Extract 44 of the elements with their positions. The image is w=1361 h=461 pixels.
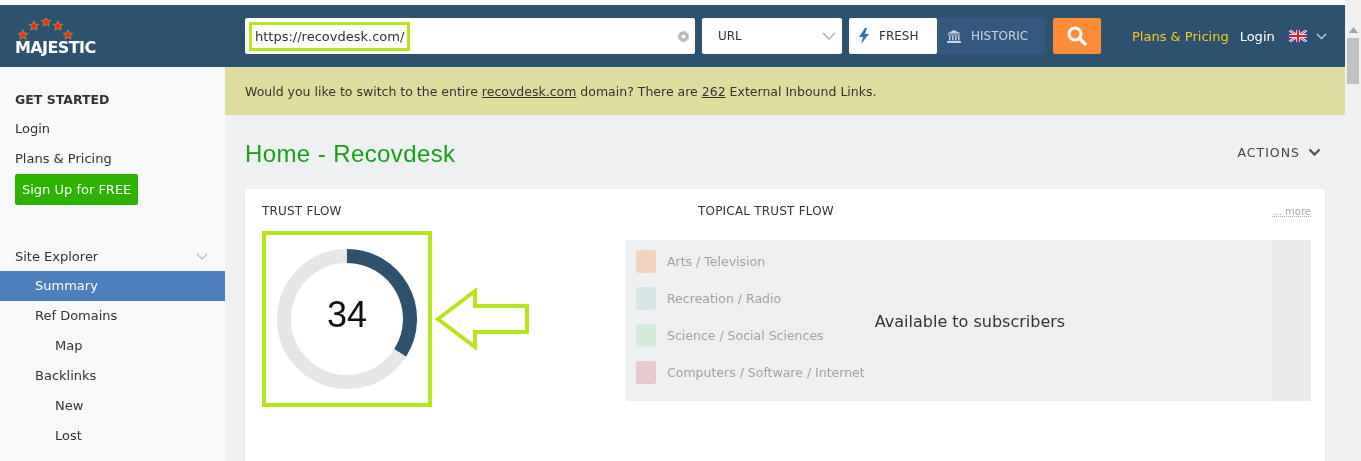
nav-item[interactable]: Lost (0, 421, 225, 451)
domain-link[interactable]: recovdesk.com (481, 83, 577, 99)
subscriber-notice: Available to subscribers (873, 312, 1067, 331)
uk-flag-icon[interactable] (1288, 30, 1307, 42)
page-title: Home - Recovdesk (245, 138, 456, 168)
stars-icon (15, 17, 75, 40)
chevron-down-icon[interactable] (1315, 32, 1327, 40)
nav-item[interactable]: Site Explorer (0, 241, 225, 271)
search-icon (1067, 26, 1087, 46)
section-heading: GET STARTED (14, 92, 111, 109)
sidebar-link[interactable]: Plans & Pricing (0, 149, 112, 169)
historic-tab[interactable]: HISTORIC (937, 18, 1045, 54)
url-value: https://recovdesk.com/ (249, 21, 411, 51)
chevron-icon[interactable] (196, 252, 208, 260)
login-link[interactable]: Login (1239, 28, 1275, 44)
bank-icon (947, 29, 961, 43)
search-field[interactable]: https://recovdesk.com/ (245, 18, 695, 54)
category-label: Science / Social Sciences (667, 327, 824, 345)
scrollbar-thumb[interactable] (1347, 38, 1359, 84)
section-title: TRUST FLOW (262, 204, 343, 218)
chevron-down-icon (1308, 147, 1321, 157)
gear-icon[interactable] (677, 29, 690, 43)
nav-item[interactable]: Backlinks (0, 361, 225, 391)
actions-button[interactable]: ACTIONS (1237, 144, 1325, 160)
sidebar-link[interactable]: Login (0, 119, 51, 139)
scroll-up-icon[interactable] (1348, 27, 1358, 33)
search-button[interactable] (1053, 18, 1101, 54)
fresh-tab[interactable]: FRESH (849, 18, 937, 54)
category-label: Computers / Software / Internet (667, 364, 865, 382)
section-title: TOPICAL TRUST FLOW (698, 204, 834, 218)
nav-item[interactable]: Summary (0, 271, 225, 301)
banner-text: Would you like to switch to the entire recovdesk.com domain? There are 262 External Inbound Links. (245, 83, 877, 99)
nav-item[interactable]: Ref Domains (0, 301, 225, 331)
logo-text[interactable]: MAJESTIC (15, 37, 96, 57)
nav-item[interactable]: Map (0, 331, 225, 361)
mode-select[interactable]: URL (702, 18, 842, 54)
nav-item[interactable]: New (0, 391, 225, 421)
category-label: Arts / Television (667, 253, 766, 271)
lightning-icon (859, 28, 869, 44)
chevron-down-icon (822, 32, 836, 40)
category-label: Recreation / Radio (667, 290, 782, 308)
plans-pricing-link[interactable]: Plans & Pricing (1132, 28, 1229, 44)
trust-flow-value: 34 (325, 297, 368, 333)
links-count-link[interactable]: 262 (701, 83, 726, 99)
